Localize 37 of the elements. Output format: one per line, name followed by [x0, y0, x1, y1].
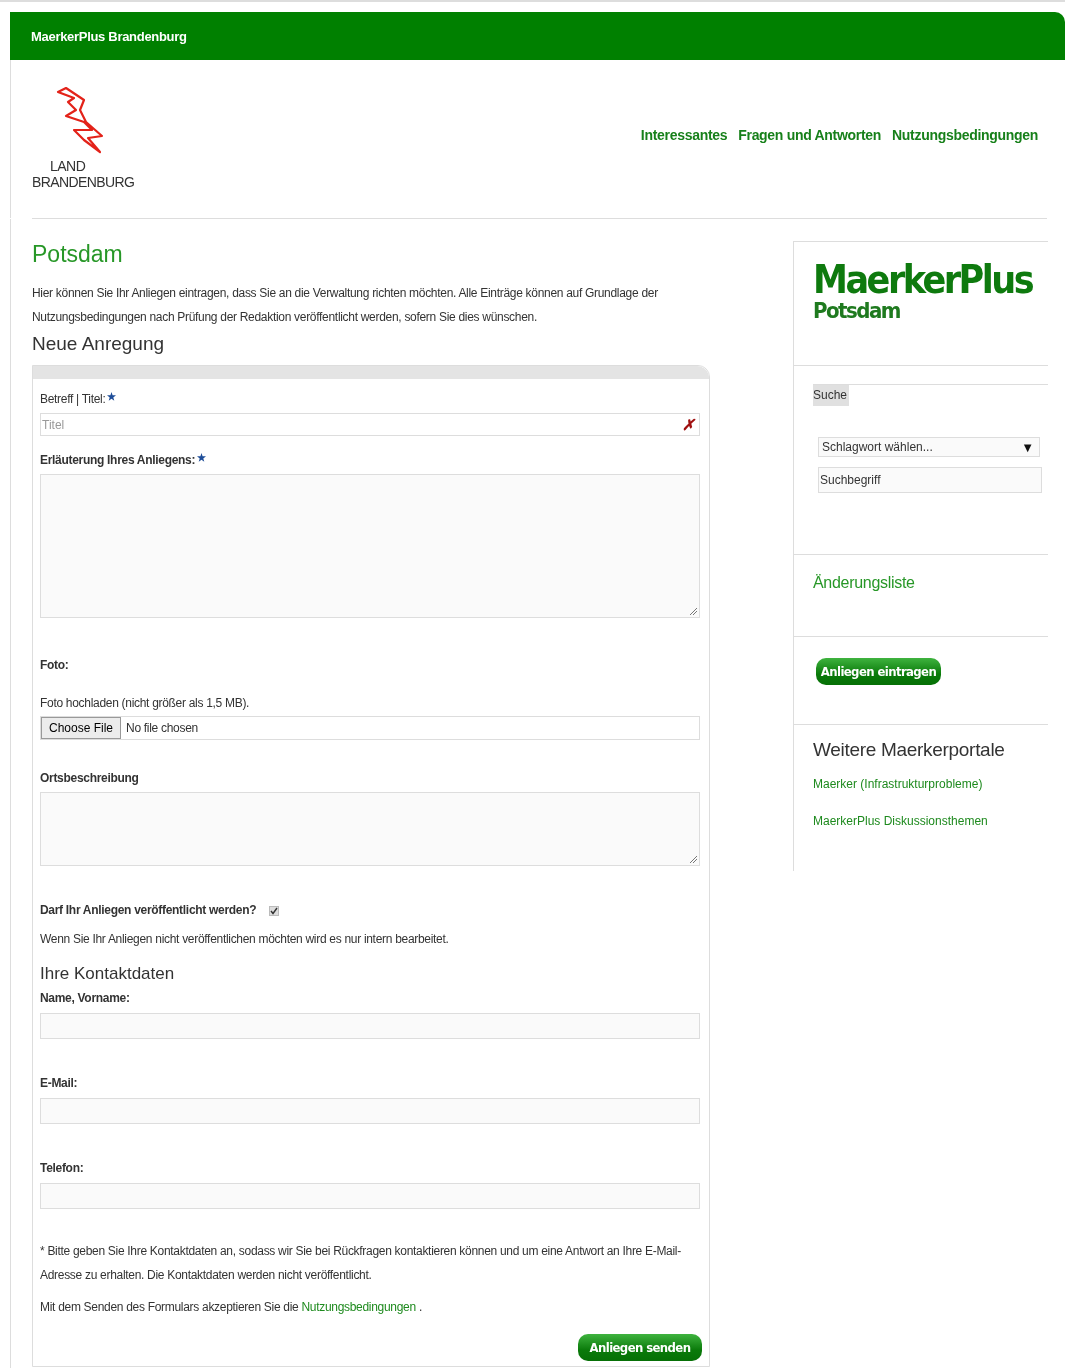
change-list-link[interactable]: Änderungsliste [813, 574, 915, 591]
portal-link[interactable]: Maerker (Infrastrukturprobleme) [813, 777, 983, 791]
nav-link[interactable]: Nutzungsbedingungen [892, 127, 1038, 143]
field-label: E-Mail: [40, 1076, 78, 1091]
form-heading: Neue Anregung [32, 333, 166, 355]
page-heading: Potsdam [32, 241, 124, 268]
file-status: No file chosen [126, 721, 198, 735]
field-label: Name, Vorname: [40, 991, 130, 1006]
contact-heading: Ihre Kontaktdaten [40, 964, 175, 984]
file-field[interactable]: Choose File No file chosen [40, 716, 700, 740]
publish-note: Wenn Sie Ihr Anliegen nicht veröffentlichen möchten wird es nur intern bearbeitet. [40, 932, 449, 946]
nav-link[interactable]: Fragen und Antworten [738, 127, 882, 143]
intro-text: Hier können Sie Ihr Anliegen eintragen, dass Sie an die Verwaltung richten möchten. Alle Einträge können auf Grundlage der Nutzungsbedingungen nach Prüfung der Redaktion veröffentlicht werden, sofern Sie dies wünschen. [32, 285, 659, 326]
field-label: Betreff | Titel: [40, 392, 106, 407]
upload-hint: Foto hochladen (nicht größer als 1,5 MB). [40, 696, 250, 710]
search-label: Suche [813, 385, 850, 406]
field-label: Ortsbeschreibung [40, 771, 139, 786]
field-label: Darf Ihr Anliegen veröffentlicht werden? [40, 903, 257, 918]
logo-text: LAND [50, 158, 86, 174]
terms-link[interactable]: Nutzungsbedingungen [301, 1300, 416, 1314]
portal-link[interactable]: MaerkerPlus Diskussionsthemen [813, 814, 988, 828]
submit-button[interactable]: Anliegen senden [578, 1334, 702, 1361]
add-issue-button[interactable]: Anliegen eintragen [816, 658, 941, 685]
search-field[interactable]: Suchbegriff [818, 467, 1042, 493]
portals-heading: Weitere Maerkerportale [813, 739, 1005, 761]
nav-link[interactable]: Interessantes [640, 127, 728, 143]
choose-file-button[interactable]: Choose File [41, 717, 122, 739]
title-field[interactable]: Titel ✗ [40, 413, 700, 436]
field-label: Foto: [40, 658, 69, 673]
field-label: Telefon: [40, 1161, 84, 1176]
keyword-select[interactable]: Schlagwort wählen... ▼ [818, 437, 1040, 457]
footnote-text: * Bitte geben Sie Ihre Kontaktdaten an, sodass wir Sie bei Rückfragen kontaktieren können und um eine Antwort an Ihre E-Mail-Adresse zu erhalten. Die Kontaktdaten werden nicht veröffentlicht. [40, 1243, 682, 1284]
logo-text: BRANDENBURG [32, 174, 135, 190]
site-title: MaerkerPlus Brandenburg [31, 28, 187, 44]
field-label: Erläuterung Ihres Anliegens: [40, 453, 196, 468]
consent-text: Mit dem Senden des Formulars akzeptieren Sie die Nutzungsbedingungen . [40, 1300, 422, 1314]
clear-icon[interactable]: ✗ [682, 415, 695, 434]
